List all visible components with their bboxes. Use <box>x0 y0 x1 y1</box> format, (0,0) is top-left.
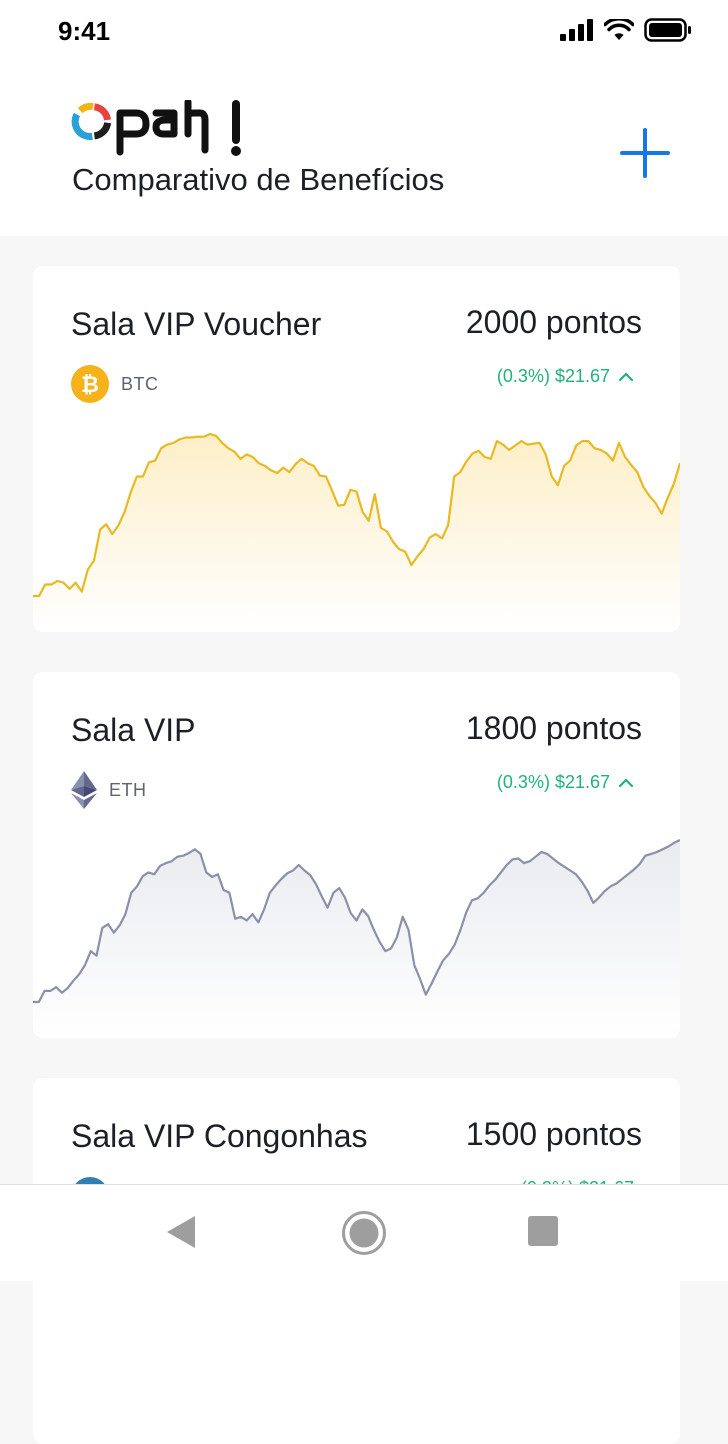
opah-logo <box>71 100 241 156</box>
card-points: 2000 pontos <box>465 304 642 340</box>
bitcoin-icon: ₿ <box>71 365 109 403</box>
status-icons <box>560 18 692 42</box>
card-title: Sala VIP Voucher <box>71 306 322 342</box>
header: Comparativo de Benefícios <box>0 64 728 236</box>
card-points: 1800 pontos <box>465 710 642 746</box>
card-title: Sala VIP Congonhas <box>71 1118 368 1154</box>
status-time: 9:41 <box>58 16 111 46</box>
coin-row: ₿ BTC <box>71 365 159 403</box>
sparkline-area <box>33 434 680 632</box>
sparkline-area <box>33 840 680 1038</box>
sparkline-chart <box>33 839 680 1038</box>
add-button[interactable] <box>618 126 672 180</box>
recent-apps-icon[interactable] <box>528 1216 558 1246</box>
wifi-icon <box>604 19 634 40</box>
benefit-card[interactable]: Sala VIP 1800 pontos ETH (0.3%) $21.67 <box>33 672 680 1038</box>
benefit-card[interactable]: Sala VIP Voucher 2000 pontos ₿ BTC (0.3%… <box>33 266 680 632</box>
coin-row: ETH <box>71 771 147 809</box>
home-icon[interactable] <box>341 1210 387 1256</box>
card-points: 1500 pontos <box>465 1116 642 1152</box>
ethereum-icon <box>71 771 97 809</box>
back-icon[interactable] <box>166 1215 196 1249</box>
coin-label: BTC <box>121 373 159 394</box>
price-change-text: (0.3%) $21.67 <box>496 366 610 386</box>
price-change: (0.3%) $21.67 <box>497 772 634 793</box>
price-change-text: (0.3%) $21.67 <box>496 772 610 792</box>
status-bar: 9:41 <box>0 0 728 64</box>
page-title: Comparativo de Benefícios <box>72 162 445 197</box>
price-change: (0.3%) $21.67 <box>497 366 634 387</box>
signal-icon <box>560 19 593 41</box>
sparkline-chart <box>33 432 680 632</box>
plus-icon <box>620 128 670 178</box>
coin-label: ETH <box>109 779 147 800</box>
chevron-up-icon <box>618 371 634 381</box>
svg-text:₿: ₿ <box>81 373 99 398</box>
card-title: Sala VIP <box>71 712 196 748</box>
chevron-up-icon <box>618 777 634 787</box>
battery-icon <box>644 18 691 42</box>
navigation-bar <box>0 1184 728 1281</box>
